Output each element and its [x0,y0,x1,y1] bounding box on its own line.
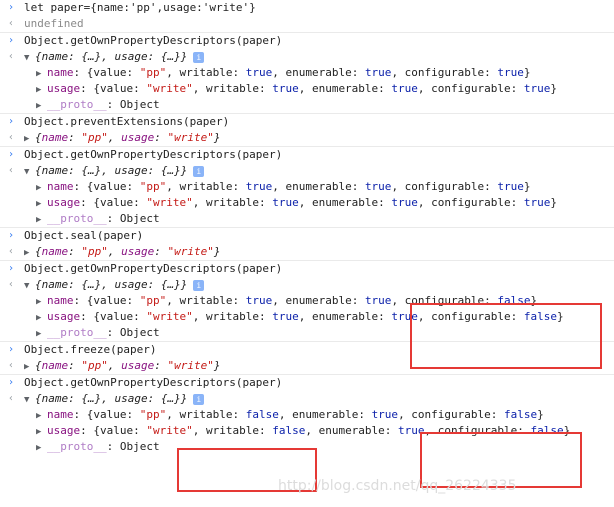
collapse-arrow-icon[interactable]: ▶ [36,98,47,114]
expand-arrow-icon[interactable]: ▼ [24,278,35,294]
collapse-arrow-icon[interactable]: ▶ [36,326,47,342]
info-icon[interactable]: i [193,393,205,405]
property-row-name[interactable]: ▶ name: {value: "pp", writable: true, enu… [0,179,614,195]
property-row-proto[interactable]: ▶ __proto__: Object [0,97,614,113]
object-summary-text: {name: {…}, usage: {…}} [35,50,188,63]
collapse-arrow-icon[interactable]: ▶ [24,245,35,261]
output-undefined: undefined [24,17,84,30]
console-command: let paper={name:'pp',usage:'write'} [24,1,256,14]
output-prompt-icon: ‹ [8,393,15,404]
property-row-usage[interactable]: ▶ usage: {value: "write", writable: true,… [0,81,614,97]
console-input-row[interactable]: › let paper={name:'pp',usage:'write'} [0,0,614,16]
console-input-row[interactable]: › Object.getOwnPropertyDescriptors(paper… [0,146,614,163]
object-summary-text: {name: {…}, usage: {…}} [35,164,188,177]
collapse-arrow-icon[interactable]: ▶ [36,196,47,212]
console-input-row[interactable]: › Object.getOwnPropertyDescriptors(paper… [0,374,614,391]
console-input-row[interactable]: › Object.getOwnPropertyDescriptors(paper… [0,32,614,49]
console-command: Object.preventExtensions(paper) [24,115,230,128]
console-command: Object.getOwnPropertyDescriptors(paper) [24,262,283,275]
input-prompt-icon: › [8,263,15,274]
input-prompt-icon: › [8,230,15,241]
object-summary-expanded[interactable]: ‹ ▼ {name: {…}, usage: {…}} i [0,391,614,407]
output-prompt-icon: ‹ [8,360,15,371]
expand-arrow-icon[interactable]: ▼ [24,392,35,408]
console-command: Object.getOwnPropertyDescriptors(paper) [24,376,283,389]
object-summary-expanded[interactable]: ‹ ▼ {name: {…}, usage: {…}} i [0,49,614,65]
collapse-arrow-icon[interactable]: ▶ [36,180,47,196]
console-command: Object.freeze(paper) [24,343,157,356]
collapse-arrow-icon[interactable]: ▶ [36,440,47,456]
output-prompt-icon: ‹ [8,246,15,257]
console-command: Object.seal(paper) [24,229,144,242]
object-summary-text: {name: {…}, usage: {…}} [35,278,188,291]
property-row-proto[interactable]: ▶ __proto__: Object [0,211,614,227]
collapse-arrow-icon[interactable]: ▶ [36,310,47,326]
collapse-arrow-icon[interactable]: ▶ [36,66,47,82]
console-output-row: ‹ undefined [0,16,614,32]
object-summary-expanded[interactable]: ‹ ▼ {name: {…}, usage: {…}} i [0,163,614,179]
collapse-arrow-icon[interactable]: ▶ [36,424,47,440]
watermark-text: http://blog.csdn.net/qq_26224335 [278,478,517,494]
property-row-usage[interactable]: ▶ usage: {value: "write", writable: true,… [0,195,614,211]
collapse-arrow-icon[interactable]: ▶ [36,212,47,228]
console-command: Object.getOwnPropertyDescriptors(paper) [24,34,283,47]
info-icon[interactable]: i [193,279,205,291]
output-prompt-icon: ‹ [8,18,15,29]
input-prompt-icon: › [8,35,15,46]
input-prompt-icon: › [8,149,15,160]
output-prompt-icon: ‹ [8,279,15,290]
collapse-arrow-icon[interactable]: ▶ [36,294,47,310]
object-preview-collapsed[interactable]: ‹ ▶ {name: "pp", usage: "write"} [0,130,614,146]
collapse-arrow-icon[interactable]: ▶ [24,131,35,147]
input-prompt-icon: › [8,344,15,355]
property-row-name[interactable]: ▶ name: {value: "pp", writable: false, en… [0,407,614,423]
collapse-arrow-icon[interactable]: ▶ [36,408,47,424]
highlight-box-configurable-seal [410,303,602,369]
console-input-row[interactable]: › Object.preventExtensions(paper) [0,113,614,130]
input-prompt-icon: › [8,2,15,13]
collapse-arrow-icon[interactable]: ▶ [24,359,35,375]
collapse-arrow-icon[interactable]: ▶ [36,82,47,98]
input-prompt-icon: › [8,377,15,388]
info-icon[interactable]: i [193,165,205,177]
console-input-row[interactable]: › Object.seal(paper) [0,227,614,244]
object-summary-expanded[interactable]: ‹ ▼ {name: {…}, usage: {…}} i [0,277,614,293]
console-input-row[interactable]: › Object.getOwnPropertyDescriptors(paper… [0,260,614,277]
output-prompt-icon: ‹ [8,132,15,143]
expand-arrow-icon[interactable]: ▼ [24,164,35,180]
devtools-console: › let paper={name:'pp',usage:'write'} ‹ … [0,0,614,455]
input-prompt-icon: › [8,116,15,127]
object-summary-text: {name: {…}, usage: {…}} [35,392,188,405]
object-preview-collapsed[interactable]: ‹ ▶ {name: "pp", usage: "write"} [0,244,614,260]
output-prompt-icon: ‹ [8,51,15,62]
expand-arrow-icon[interactable]: ▼ [24,50,35,66]
info-icon[interactable]: i [193,51,205,63]
console-command: Object.getOwnPropertyDescriptors(paper) [24,148,283,161]
property-row-name[interactable]: ▶ name: {value: "pp", writable: true, enu… [0,65,614,81]
output-prompt-icon: ‹ [8,165,15,176]
